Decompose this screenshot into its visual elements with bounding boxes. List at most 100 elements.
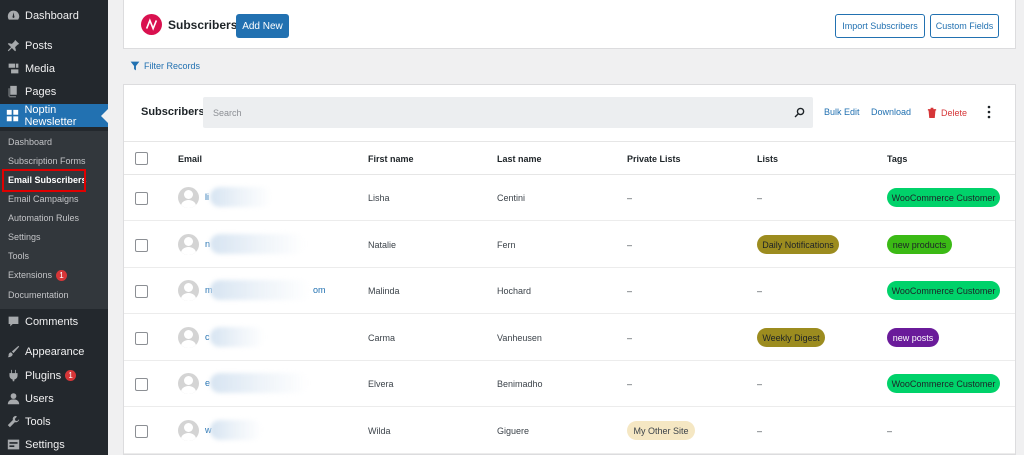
dashboard-icon	[6, 9, 20, 23]
submenu-label: Extensions	[8, 270, 53, 280]
table-row: w Wilda Giguere My Other Site – –	[124, 408, 1015, 454]
submenu-extensions[interactable]: Extensions 1	[8, 268, 68, 282]
row-checkbox[interactable]	[135, 425, 148, 438]
subscriber-email[interactable]: c	[205, 332, 210, 342]
pin-icon	[6, 39, 20, 53]
subscriber-email[interactable]: li	[205, 192, 209, 202]
avatar	[178, 187, 199, 208]
column-header-tags[interactable]: Tags	[887, 154, 907, 164]
search-input[interactable]	[203, 97, 813, 128]
last-name: Giguere	[497, 426, 530, 436]
last-name: Vanheusen	[497, 333, 542, 343]
subscriber-email-end[interactable]: om	[313, 285, 326, 295]
settings-icon	[6, 438, 20, 452]
import-subscribers-button[interactable]: Import Subscribers	[835, 14, 925, 38]
submenu-dashboard[interactable]: Dashboard	[8, 135, 52, 149]
menu-media[interactable]: Media	[0, 57, 108, 80]
menu-label: Posts	[25, 39, 53, 52]
redacted-email	[210, 280, 310, 300]
last-name: Fern	[497, 240, 516, 250]
brush-icon	[6, 345, 20, 359]
submenu-tools[interactable]: Tools	[8, 249, 29, 263]
subscribers-table-card: Subscribers Bulk Edit Download Delete Em…	[123, 84, 1016, 455]
first-name: Wilda	[368, 426, 391, 436]
row-checkbox[interactable]	[135, 239, 148, 252]
select-all-checkbox[interactable]	[135, 152, 148, 165]
menu-settings[interactable]: Settings	[0, 433, 108, 455]
menu-posts[interactable]: Posts	[0, 34, 108, 57]
custom-fields-button[interactable]: Custom Fields	[930, 14, 999, 38]
delete-link[interactable]: Delete	[927, 107, 967, 118]
submenu-email-campaigns[interactable]: Email Campaigns	[8, 192, 79, 206]
menu-label: Media	[25, 62, 55, 75]
column-header-lists[interactable]: Lists	[757, 154, 778, 164]
delete-label: Delete	[941, 107, 968, 118]
menu-appearance[interactable]: Appearance	[0, 340, 108, 363]
column-header-last-name[interactable]: Last name	[497, 154, 542, 164]
table-header: Email First name Last name Private Lists…	[124, 141, 1015, 175]
menu-dashboard[interactable]: Dashboard	[0, 4, 108, 27]
tags: –	[887, 426, 893, 436]
tag-badge: WooCommerce Customer	[887, 188, 1000, 207]
table-row: m om Malinda Hochard – – WooCommerce Cus…	[124, 268, 1015, 314]
submenu-documentation[interactable]: Documentation	[8, 288, 69, 302]
menu-label: Pages	[25, 85, 57, 98]
first-name: Malinda	[368, 286, 400, 296]
menu-users[interactable]: Users	[0, 387, 108, 410]
column-header-email[interactable]: Email	[178, 154, 202, 164]
menu-label: Appearance	[25, 345, 85, 358]
avatar	[178, 373, 199, 394]
row-checkbox[interactable]	[135, 192, 148, 205]
noptin-icon	[6, 109, 19, 123]
page-title: Subscribers	[168, 18, 238, 32]
submenu-subscription-forms[interactable]: Subscription Forms	[8, 154, 86, 168]
private-list-badge: My Other Site	[627, 421, 695, 440]
plugins-count-badge: 1	[65, 370, 77, 381]
wrench-icon	[6, 415, 20, 429]
filter-records-link[interactable]: Filter Records	[130, 61, 200, 71]
submenu-settings[interactable]: Settings	[8, 230, 41, 244]
download-link[interactable]: Download	[871, 107, 911, 117]
redacted-email	[210, 327, 265, 347]
first-name: Natalie	[368, 240, 397, 250]
menu-pages[interactable]: Pages	[0, 80, 108, 103]
menu-comments[interactable]: Comments	[0, 310, 108, 333]
lists: –	[757, 379, 763, 389]
private-lists: –	[627, 379, 633, 389]
submenu-automation-rules[interactable]: Automation Rules	[8, 211, 79, 225]
row-checkbox[interactable]	[135, 378, 148, 391]
column-header-first-name[interactable]: First name	[368, 154, 414, 164]
row-checkbox[interactable]	[135, 285, 148, 298]
comments-icon	[6, 315, 20, 329]
redacted-email	[210, 234, 305, 254]
table-row: n Natalie Fern – Daily Notifications new…	[124, 222, 1015, 268]
filter-label: Filter Records	[144, 61, 201, 71]
private-lists: –	[627, 240, 633, 250]
admin-sidebar: Dashboard Posts Media Pages Noptin Newsl…	[0, 0, 108, 455]
table-row: li Lisha Centini – – WooCommerce Custome…	[124, 175, 1015, 221]
menu-label: Users	[25, 392, 54, 405]
menu-noptin-newsletter[interactable]: Noptin Newsletter	[0, 104, 108, 128]
last-name: Benimadho	[497, 379, 543, 389]
search-icon[interactable]	[794, 107, 805, 118]
last-name: Centini	[497, 193, 526, 203]
menu-plugins[interactable]: Plugins 1	[0, 364, 108, 387]
list-badge: Weekly Digest	[757, 328, 825, 347]
menu-tools[interactable]: Tools	[0, 410, 108, 433]
lists: –	[757, 193, 763, 203]
add-new-button[interactable]: Add New	[236, 14, 289, 38]
more-options-icon[interactable]	[986, 105, 992, 119]
noptin-logo-icon	[141, 14, 162, 35]
media-icon	[6, 62, 20, 76]
page-header: Subscribers Add New Import Subscribers C…	[123, 0, 1016, 49]
users-icon	[6, 392, 20, 406]
column-header-private-lists[interactable]: Private Lists	[627, 154, 681, 164]
extensions-count-badge: 1	[56, 270, 68, 281]
tag-badge: new posts	[887, 328, 939, 347]
row-checkbox[interactable]	[135, 332, 148, 345]
first-name: Carma	[368, 333, 396, 343]
avatar	[178, 280, 199, 301]
bulk-edit-link[interactable]: Bulk Edit	[824, 107, 860, 117]
first-name: Lisha	[368, 193, 390, 203]
list-badge: Daily Notifications	[757, 235, 839, 254]
